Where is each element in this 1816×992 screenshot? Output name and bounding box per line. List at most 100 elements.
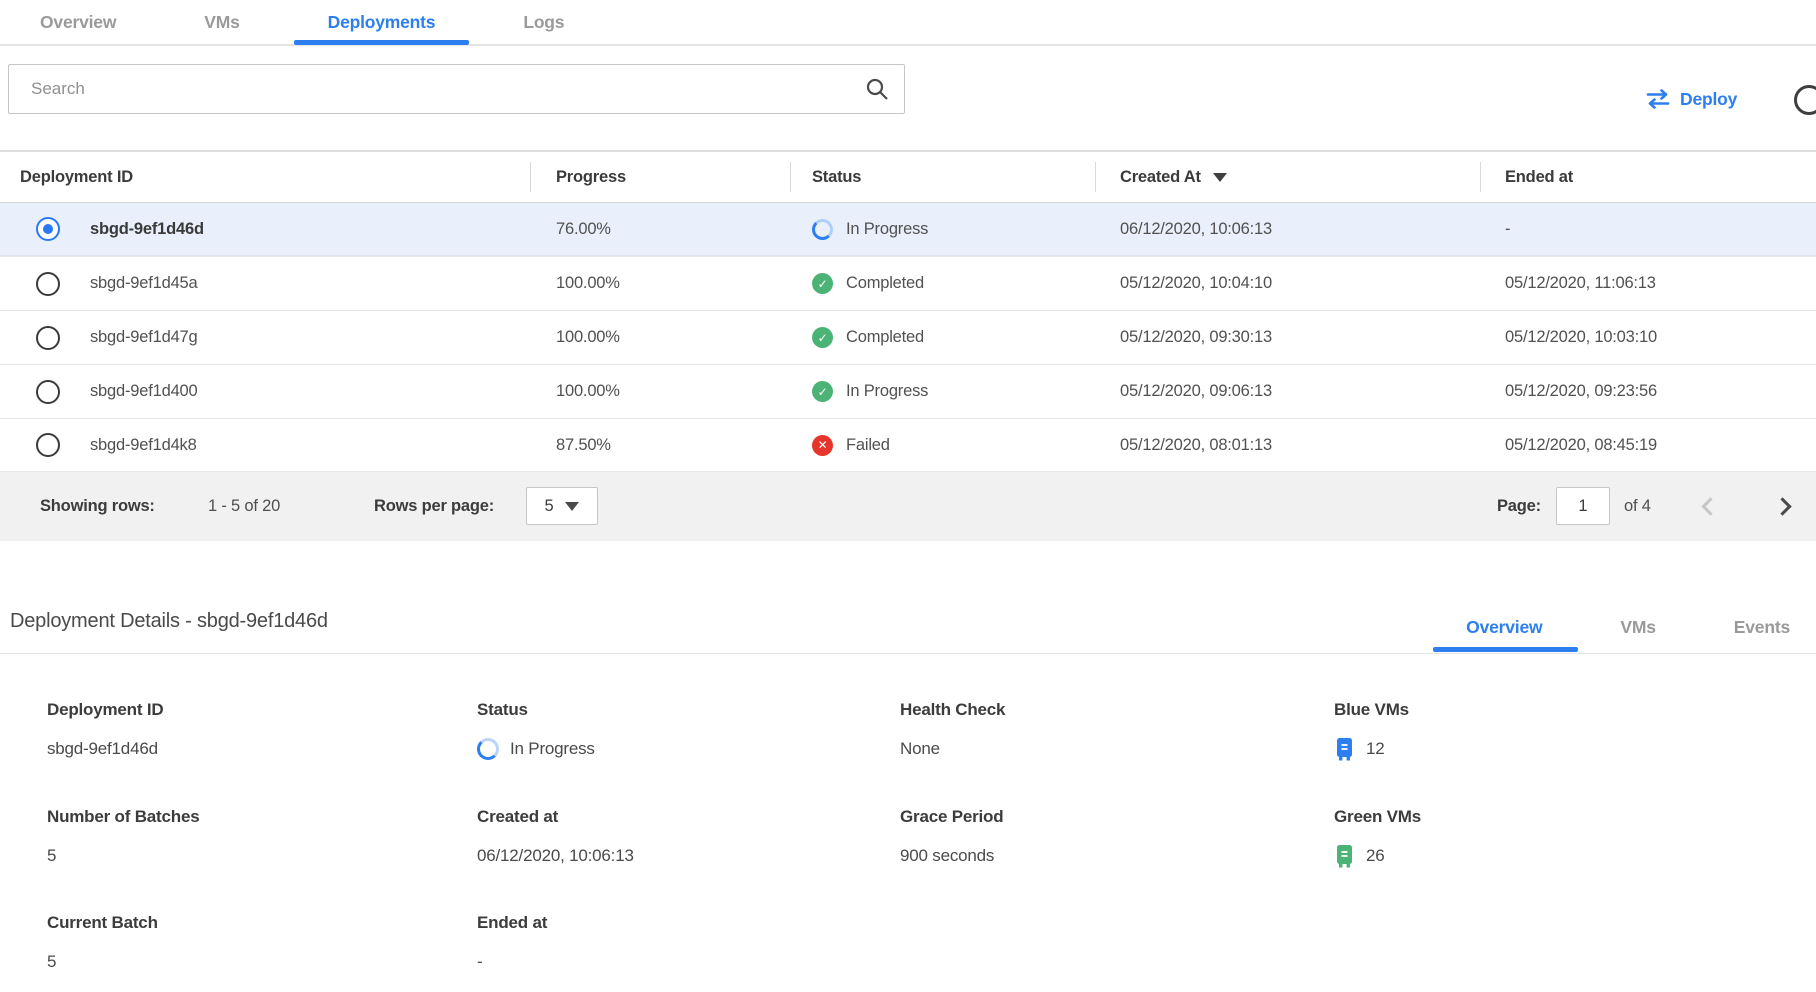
- progress-cell: 100.00%: [530, 328, 790, 347]
- details-tab-overview[interactable]: Overview: [1466, 617, 1542, 638]
- deployment-id-cell: sbgd-9ef1d45a: [90, 274, 198, 293]
- tab-deployments[interactable]: Deployments: [328, 0, 436, 45]
- column-header-ended-at: Ended at: [1480, 152, 1816, 202]
- table-pagination-footer: Showing rows: 1 - 5 of 20 Rows per page:…: [0, 472, 1816, 541]
- progress-cell: 100.00%: [530, 382, 790, 401]
- details-tab-events[interactable]: Events: [1734, 617, 1790, 638]
- details-section-title: Deployment Details - sbgd-9ef1d46d: [10, 610, 328, 633]
- showing-rows-label: Showing rows:: [40, 472, 155, 541]
- tab-label: VMs: [204, 12, 239, 33]
- field-value: In Progress: [510, 739, 595, 759]
- field-value: -: [477, 950, 547, 974]
- rows-per-page-label: Rows per page:: [374, 472, 494, 541]
- column-header-deployment-id: Deployment ID: [0, 152, 530, 202]
- created-at-cell: 05/12/2020, 09:30:13: [1095, 328, 1480, 347]
- column-header-created-at[interactable]: Created At: [1095, 152, 1480, 202]
- previous-page-button[interactable]: [1704, 472, 1717, 541]
- deploy-button[interactable]: Deploy: [1645, 84, 1737, 114]
- field-value: 12: [1366, 739, 1385, 759]
- row-radio-button[interactable]: [36, 217, 60, 241]
- created-at-cell: 05/12/2020, 09:06:13: [1095, 382, 1480, 401]
- in-progress-spinner-icon: [477, 738, 499, 760]
- column-header-progress: Progress: [530, 152, 790, 202]
- chevron-left-icon: [1701, 497, 1719, 515]
- detail-field-status: Status In Progress: [477, 700, 595, 761]
- table-header-row: Deployment ID Progress Status Created At…: [0, 152, 1816, 202]
- row-radio-button[interactable]: [36, 380, 60, 404]
- field-value: sbgd-9ef1d46d: [47, 737, 163, 761]
- tab-vms[interactable]: VMs: [204, 0, 239, 45]
- detail-field-deployment-id: Deployment ID sbgd-9ef1d46d: [47, 700, 163, 761]
- details-tab-vms[interactable]: VMs: [1620, 617, 1655, 638]
- field-label: Grace Period: [900, 807, 1003, 827]
- detail-field-current-batch: Current Batch 5: [47, 913, 158, 974]
- field-value: 26: [1366, 846, 1385, 866]
- field-value: 06/12/2020, 10:06:13: [477, 844, 634, 868]
- ended-at-cell: 05/12/2020, 08:45:19: [1480, 436, 1816, 455]
- table-row[interactable]: sbgd-9ef1d4k8 87.50% Failed 05/12/2020, …: [0, 418, 1816, 472]
- created-at-cell: 05/12/2020, 10:04:10: [1095, 274, 1480, 293]
- field-label: Blue VMs: [1334, 700, 1409, 720]
- refresh-icon[interactable]: [1794, 85, 1816, 115]
- status-label: Completed: [846, 274, 924, 293]
- column-header-status: Status: [790, 152, 1095, 202]
- ended-at-cell: 05/12/2020, 09:23:56: [1480, 382, 1816, 401]
- created-at-cell: 06/12/2020, 10:06:13: [1095, 220, 1480, 239]
- field-label: Created at: [477, 807, 634, 827]
- deployment-id-cell: sbgd-9ef1d400: [90, 382, 198, 401]
- detail-field-ended-at: Ended at -: [477, 913, 547, 974]
- rows-per-page-select[interactable]: 5: [526, 487, 598, 525]
- deploy-button-label: Deploy: [1680, 89, 1737, 110]
- detail-field-health-check: Health Check None: [900, 700, 1005, 761]
- status-completed-icon: [812, 327, 833, 348]
- table-row[interactable]: sbgd-9ef1d45a 100.00% Completed 05/12/20…: [0, 256, 1816, 310]
- chevron-right-icon: [1773, 497, 1791, 515]
- field-label: Health Check: [900, 700, 1005, 720]
- field-value: 900 seconds: [900, 844, 1003, 868]
- tab-overview[interactable]: Overview: [40, 0, 116, 45]
- deploy-swap-arrows-icon: [1645, 89, 1671, 109]
- next-page-button[interactable]: [1776, 472, 1789, 541]
- tab-label: Logs: [523, 12, 564, 33]
- details-tab-bar: Overview VMs Events: [1466, 606, 1790, 648]
- deployments-table: Deployment ID Progress Status Created At…: [0, 150, 1816, 472]
- row-radio-button[interactable]: [36, 326, 60, 350]
- row-radio-button[interactable]: [36, 272, 60, 296]
- tab-label: Overview: [1466, 617, 1542, 637]
- status-completed-icon: [812, 273, 833, 294]
- progress-cell: 76.00%: [530, 220, 790, 239]
- row-radio-button[interactable]: [36, 433, 60, 457]
- table-row[interactable]: sbgd-9ef1d400 100.00% In Progress 05/12/…: [0, 364, 1816, 418]
- tab-label: Overview: [40, 12, 116, 33]
- deployment-id-cell: sbgd-9ef1d47g: [90, 328, 198, 347]
- field-label: Green VMs: [1334, 807, 1421, 827]
- main-tab-bar: Overview VMs Deployments Logs: [0, 0, 1816, 46]
- tab-label: Events: [1734, 617, 1790, 637]
- status-completed-icon: [812, 381, 833, 402]
- rows-per-page-value: 5: [545, 497, 554, 516]
- progress-cell: 100.00%: [530, 274, 790, 293]
- field-value: None: [900, 737, 1005, 761]
- detail-field-created-at: Created at 06/12/2020, 10:06:13: [477, 807, 634, 868]
- status-label: Completed: [846, 328, 924, 347]
- page-number-input[interactable]: [1556, 487, 1610, 525]
- field-label: Status: [477, 700, 595, 720]
- search-input[interactable]: [8, 64, 905, 114]
- ended-at-cell: -: [1480, 220, 1816, 239]
- created-at-cell: 05/12/2020, 08:01:13: [1095, 436, 1480, 455]
- deployment-id-cell: sbgd-9ef1d46d: [90, 220, 204, 239]
- tab-label: VMs: [1620, 617, 1655, 637]
- tab-logs[interactable]: Logs: [523, 0, 564, 45]
- status-failed-icon: [812, 435, 833, 456]
- detail-field-grace-period: Grace Period 900 seconds: [900, 807, 1003, 868]
- search-icon: [865, 77, 889, 101]
- tab-label: Deployments: [328, 12, 436, 33]
- sort-descending-icon: [1213, 173, 1227, 182]
- chevron-down-icon: [565, 502, 579, 511]
- detail-field-green-vms: Green VMs 26: [1334, 807, 1421, 868]
- status-in-progress-icon: [812, 219, 833, 240]
- table-row[interactable]: sbgd-9ef1d47g 100.00% Completed 05/12/20…: [0, 310, 1816, 364]
- page-total: of 4: [1624, 472, 1651, 541]
- progress-cell: 87.50%: [530, 436, 790, 455]
- table-row[interactable]: sbgd-9ef1d46d 76.00% In Progress 06/12/2…: [0, 202, 1816, 256]
